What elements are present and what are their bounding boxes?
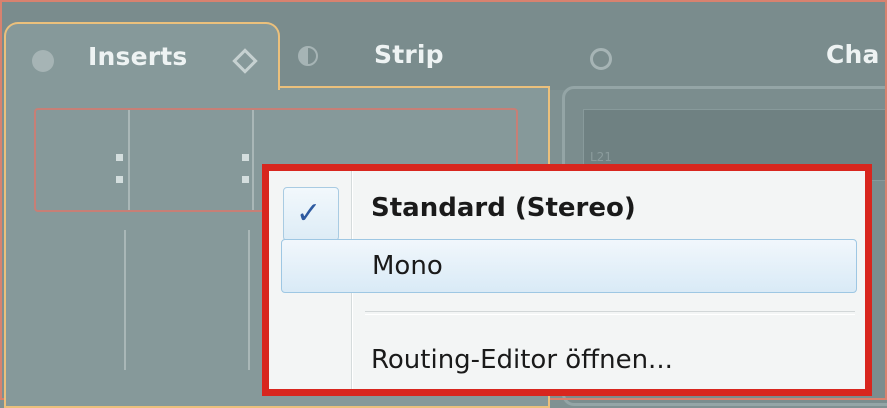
menu-separator: [365, 311, 855, 315]
routing-pin: [116, 176, 123, 183]
tab-border: [280, 86, 550, 88]
tab-strip[interactable]: Strip: [290, 22, 550, 90]
menu-item-routing-editor[interactable]: Routing-Editor öffnen...: [281, 333, 857, 387]
menu-item-mono[interactable]: Mono: [281, 239, 857, 293]
routing-line-left: [128, 110, 130, 210]
tab-strip-label: Strip: [374, 40, 444, 69]
context-menu-highlight: ✓ Standard (Stereo) Mono Routing-Editor …: [262, 164, 872, 396]
tab-channel-label: Cha: [826, 40, 880, 69]
menu-item-label: Standard (Stereo): [371, 193, 636, 223]
ring-icon: [590, 48, 612, 70]
context-menu: ✓ Standard (Stereo) Mono Routing-Editor …: [269, 171, 865, 389]
tab-inserts[interactable]: Inserts: [4, 22, 280, 90]
slot-divider-right: [248, 230, 250, 370]
routing-pin: [242, 154, 249, 161]
dot-icon: [32, 50, 54, 72]
routing-pin: [116, 154, 123, 161]
check-box: ✓: [283, 187, 339, 241]
tab-inserts-label: Inserts: [88, 42, 188, 71]
menu-item-label: Mono: [372, 251, 443, 281]
diamond-icon[interactable]: [232, 48, 258, 74]
routing-line-right: [252, 110, 254, 210]
tab-bar: Inserts Strip Cha: [0, 0, 887, 90]
check-icon: ✓: [296, 196, 322, 231]
routing-pin: [242, 176, 249, 183]
half-circle-icon: [298, 46, 318, 66]
menu-item-label: Routing-Editor öffnen...: [371, 345, 673, 375]
tab-channel[interactable]: Cha: [580, 22, 887, 90]
menu-item-standard-stereo[interactable]: ✓ Standard (Stereo): [281, 181, 857, 241]
channel-panel-text: L21: [590, 150, 612, 164]
slot-divider-left: [124, 230, 126, 370]
